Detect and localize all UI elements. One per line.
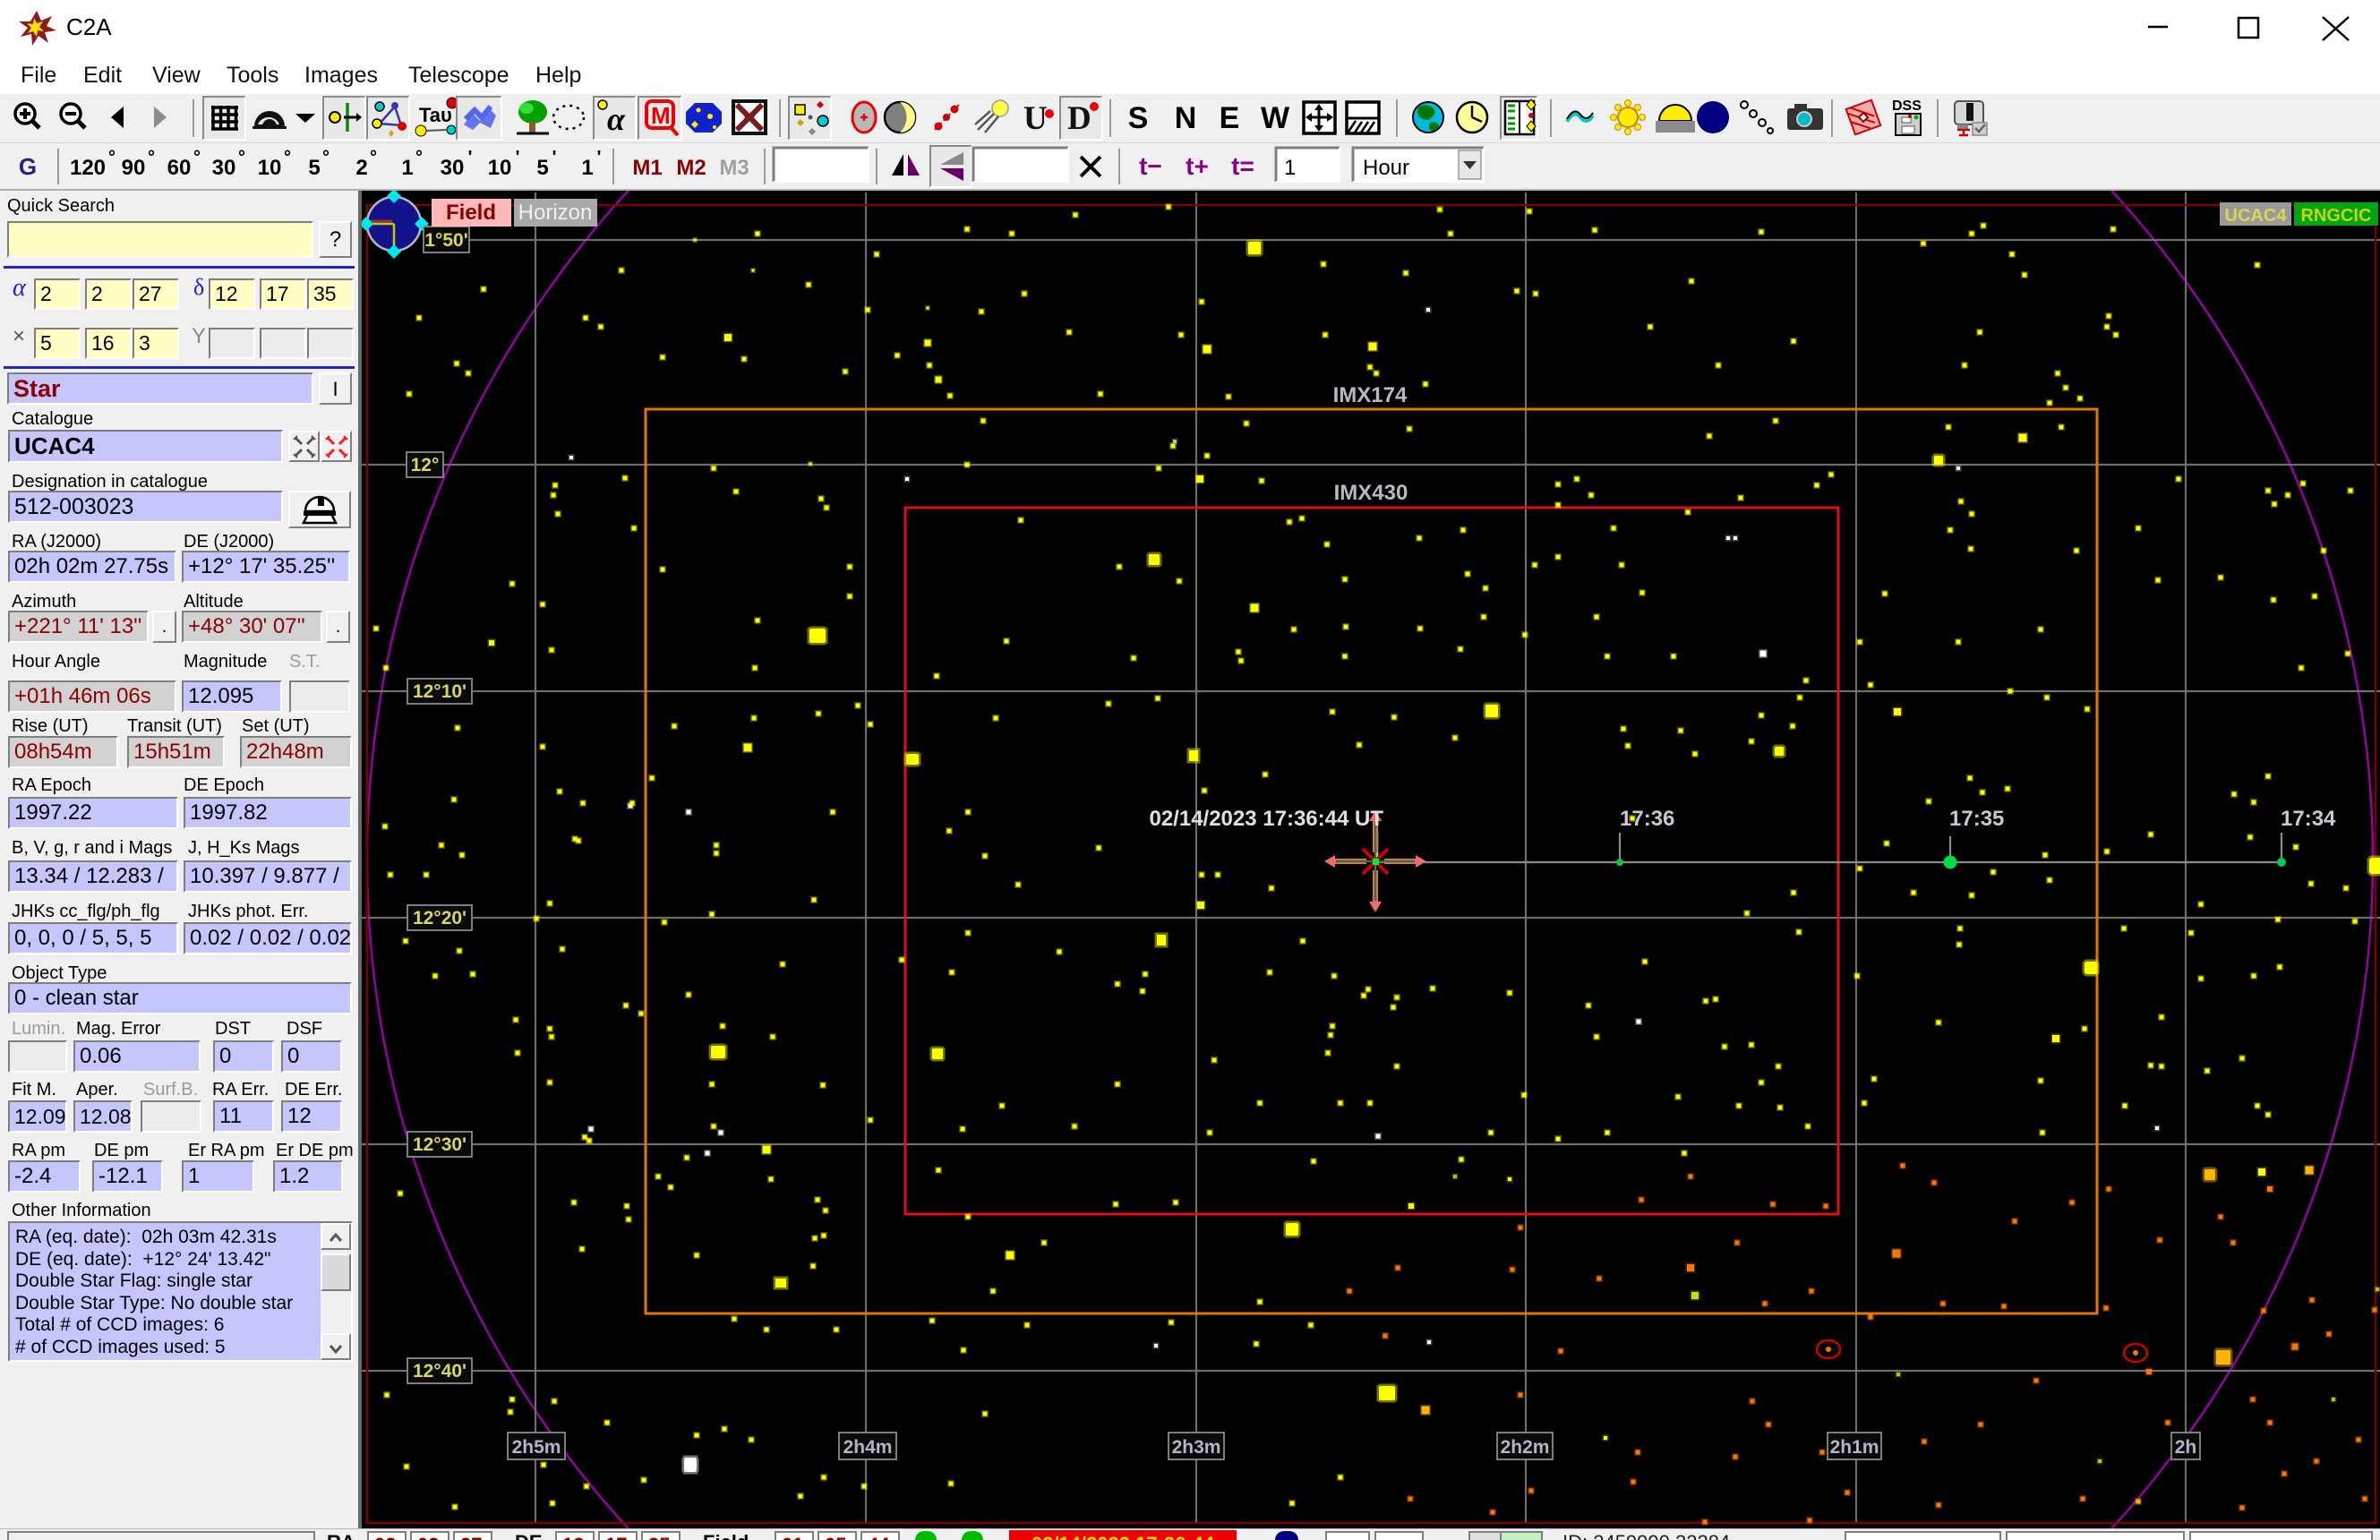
svg-text:10: 10 <box>488 156 512 180</box>
svg-text:5: 5 <box>536 156 548 180</box>
svg-text:': ' <box>468 148 473 167</box>
svg-text:30: 30 <box>441 156 465 180</box>
svg-text:E: E <box>1220 101 1240 135</box>
svg-text:M3: M3 <box>719 156 749 180</box>
svg-text:°: ° <box>415 148 423 167</box>
svg-text:UCAC4: UCAC4 <box>2225 206 2288 226</box>
svg-text:': ' <box>516 148 520 167</box>
svg-text:N: N <box>1175 101 1197 135</box>
svg-text:17:34: 17:34 <box>2281 807 2336 831</box>
svg-text:1°50': 1°50' <box>424 230 467 251</box>
svg-text:°: ° <box>193 148 201 167</box>
svg-text:M: M <box>651 102 671 129</box>
svg-text:': ' <box>552 148 557 167</box>
svg-text:M2: M2 <box>676 156 706 180</box>
svg-text:Horizon: Horizon <box>518 201 593 225</box>
svg-text:IMX174: IMX174 <box>1333 383 1408 407</box>
svg-text:RNGCIC: RNGCIC <box>2301 206 2372 226</box>
svg-text:12°10': 12°10' <box>413 681 467 702</box>
svg-text:12°40': 12°40' <box>413 1361 467 1382</box>
svg-text:t+: t+ <box>1186 152 1209 180</box>
svg-text:12°20': 12°20' <box>413 908 467 928</box>
svg-text:Taυ: Taυ <box>419 104 452 126</box>
svg-text:10: 10 <box>258 156 282 180</box>
svg-text:S: S <box>1128 101 1149 135</box>
svg-text:2h: 2h <box>2175 1437 2197 1458</box>
svg-text:2h2m: 2h2m <box>1501 1437 1550 1458</box>
svg-text:α: α <box>607 101 626 137</box>
svg-text:1: 1 <box>401 156 413 180</box>
svg-text:1: 1 <box>1284 156 1296 180</box>
svg-text:17:36: 17:36 <box>1620 807 1674 831</box>
svg-text:2h1m: 2h1m <box>1830 1437 1879 1458</box>
svg-text:IMX430: IMX430 <box>1334 481 1408 505</box>
svg-text:12°: 12° <box>411 455 440 475</box>
svg-text:DSS: DSS <box>1892 98 1922 114</box>
svg-text:°: ° <box>238 148 245 167</box>
svg-text:2h3m: 2h3m <box>1172 1437 1221 1458</box>
svg-text:02/14/2023 17:36:44 UT: 02/14/2023 17:36:44 UT <box>1149 807 1383 831</box>
svg-text:1: 1 <box>581 156 593 180</box>
svg-text:U: U <box>1023 100 1048 137</box>
svg-text:t=: t= <box>1231 152 1254 180</box>
svg-text:°: ° <box>284 148 291 167</box>
svg-text:t−: t− <box>1139 152 1162 180</box>
svg-text:120: 120 <box>70 156 106 180</box>
svg-text:60: 60 <box>167 156 192 180</box>
svg-text:2h4m: 2h4m <box>843 1437 893 1458</box>
svg-text:°: ° <box>108 148 116 167</box>
svg-text:°: ° <box>322 148 330 167</box>
svg-text:°: ° <box>370 148 377 167</box>
svg-text:17:35: 17:35 <box>1949 807 2004 831</box>
svg-text:Hour: Hour <box>1363 156 1409 180</box>
svg-text:Field: Field <box>446 201 496 225</box>
svg-text:W: W <box>1261 101 1290 135</box>
svg-text:2h5m: 2h5m <box>512 1437 561 1458</box>
svg-text:2: 2 <box>355 156 367 180</box>
svg-text:90: 90 <box>122 156 146 180</box>
svg-text:D: D <box>1067 100 1092 137</box>
svg-text:': ' <box>597 148 602 167</box>
svg-text:M1: M1 <box>632 156 662 180</box>
svg-text:30: 30 <box>212 156 236 180</box>
svg-text:12°30': 12°30' <box>413 1134 467 1155</box>
svg-text:G: G <box>19 153 37 180</box>
svg-text:°: ° <box>148 148 155 167</box>
svg-text:5: 5 <box>308 156 320 180</box>
